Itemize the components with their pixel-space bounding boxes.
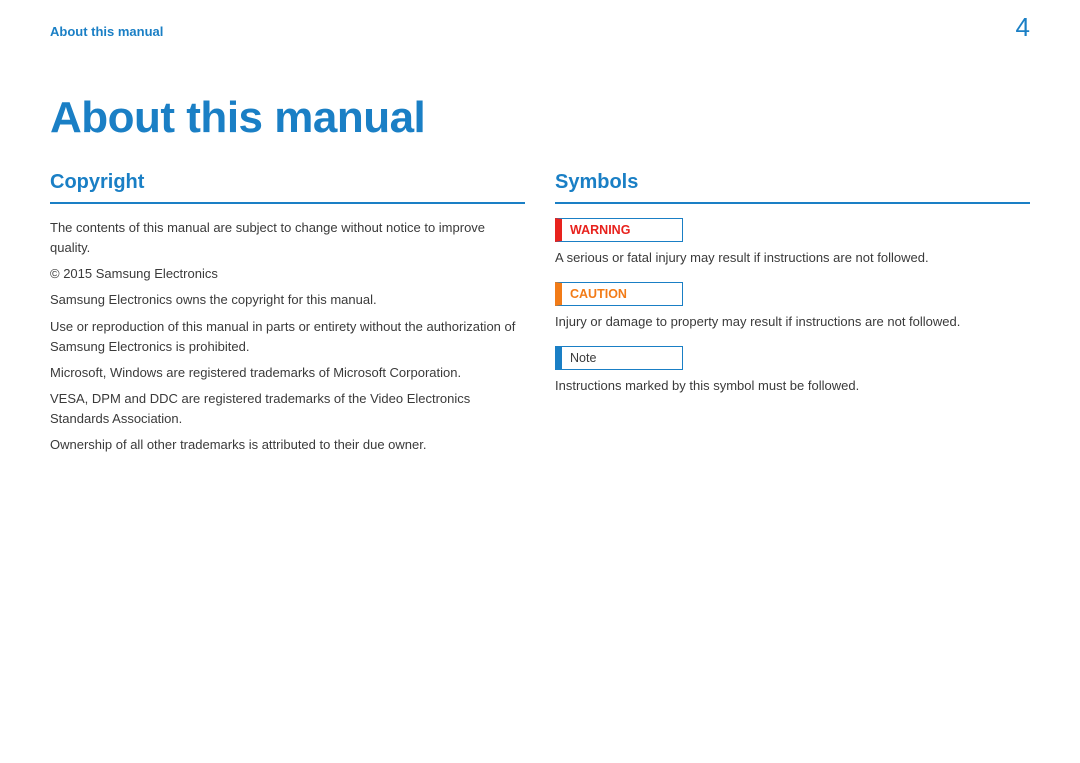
copyright-paragraph: The contents of this manual are subject …	[50, 218, 525, 258]
symbol-box-note: Note	[555, 346, 683, 370]
symbol-box-warning: WARNING	[555, 218, 683, 242]
copyright-paragraph: Microsoft, Windows are registered tradem…	[50, 363, 525, 383]
copyright-paragraph: © 2015 Samsung Electronics	[50, 264, 525, 284]
copyright-paragraph: Ownership of all other trademarks is att…	[50, 435, 525, 455]
page-container: About this manual 4 About this manual Co…	[0, 0, 1080, 763]
symbol-desc-warning: A serious or fatal injury may result if …	[555, 248, 1030, 268]
columns: Copyright The contents of this manual ar…	[50, 171, 1030, 461]
heading-copyright: Copyright	[50, 171, 525, 204]
column-left: Copyright The contents of this manual ar…	[50, 171, 525, 461]
header-row: About this manual 4	[50, 12, 1030, 43]
symbol-box-caution: CAUTION	[555, 282, 683, 306]
column-right: Symbols WARNING A serious or fatal injur…	[555, 171, 1030, 461]
copyright-paragraph: VESA, DPM and DDC are registered tradema…	[50, 389, 525, 429]
copyright-paragraph: Use or reproduction of this manual in pa…	[50, 317, 525, 357]
copyright-paragraph: Samsung Electronics owns the copyright f…	[50, 290, 525, 310]
symbol-desc-note: Instructions marked by this symbol must …	[555, 376, 1030, 396]
page-number: 4	[1016, 12, 1030, 43]
heading-symbols: Symbols	[555, 171, 1030, 204]
breadcrumb: About this manual	[50, 24, 163, 39]
page-title: About this manual	[50, 93, 1030, 143]
symbol-desc-caution: Injury or damage to property may result …	[555, 312, 1030, 332]
